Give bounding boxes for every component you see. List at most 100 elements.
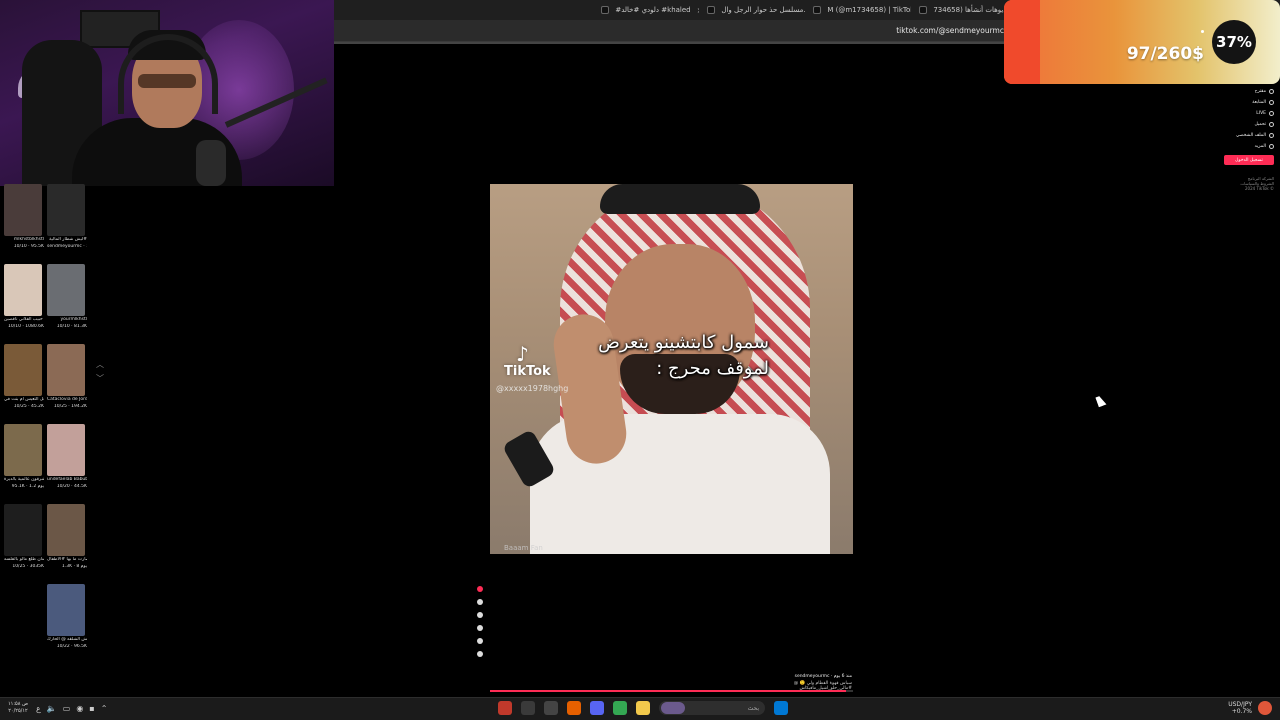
browser-tab[interactable]: مسلسل حذ حوار الرجل وال...× <box>699 0 805 20</box>
comment-icon[interactable] <box>477 612 483 618</box>
browser-tab[interactable]: M (@m1734658) | TikTok× <box>805 0 911 20</box>
video-thumbnail[interactable]: Cataclovia de Jordan Asaoulissima 10/25 ·… <box>47 344 87 410</box>
thumbnail-caption: mlkhstblkhstl <box>13 237 44 242</box>
chevron-up-icon[interactable]: ⌃ <box>101 704 108 713</box>
more-icon <box>1269 144 1274 149</box>
thumbnail-meta: 10/10 · 81.3K <box>56 324 87 329</box>
thumbnail-image[interactable] <box>47 504 85 556</box>
video-thumbnail[interactable]: بعيد ليش الشلقه @ الحارك @ snplife 10/22 … <box>47 584 87 650</box>
video-thumbnail[interactable]: yourmlkhstl 10/10 · 81.3K <box>47 264 87 330</box>
browser-tab[interactable]: #دلودي #خالد #khaled× <box>593 0 699 20</box>
grid-scroll-controls[interactable]: ︿ ﹀ <box>96 358 104 386</box>
video-thumbnail[interactable]: بس يا حبيب الفلاني ناقصين 10/10 · 1080.6K <box>4 264 44 330</box>
video-bottom-label: Baaam Fan <box>504 544 543 552</box>
thumbnail-image[interactable] <box>47 424 85 476</box>
video-info: sendmeyourmc · منذ 6 يوم سباس قهوة الفطا… <box>756 674 852 691</box>
agal-band <box>600 184 760 214</box>
ticker-label: USD/JPY <box>1228 701 1252 708</box>
thumbnail-image[interactable] <box>47 584 85 636</box>
webcam-feed <box>0 0 334 186</box>
thumbnail-image[interactable] <box>4 344 42 396</box>
video-progress-track[interactable] <box>490 690 853 692</box>
chevron-down-icon[interactable]: ﹀ <box>96 372 104 386</box>
desktop: Instagram×Instagram×#دلودي 💖💖 love#×فيدي… <box>0 0 1280 720</box>
thumbnail-meta: 10/25 · 3035K <box>12 564 44 569</box>
sidebar-item[interactable]: المزيد <box>1214 141 1274 152</box>
tray-app-icon-2[interactable]: ▪ <box>89 704 94 713</box>
market-widget[interactable]: USD/JPY +0.7% <box>1228 701 1272 715</box>
thumbnail-image[interactable] <box>4 264 42 316</box>
tiktok-icon <box>813 6 822 14</box>
thumbnail-image[interactable] <box>4 584 42 636</box>
app-icon-discord[interactable] <box>590 701 604 715</box>
thumbnail-caption: مستشرقون عالمية بالديرة <box>4 477 44 482</box>
goal-dot <box>1201 30 1204 33</box>
share-icon[interactable] <box>477 638 483 644</box>
thumbnail-image[interactable] <box>47 264 85 316</box>
goal-amount: 97/260$ <box>1126 44 1204 64</box>
search-highlight-image <box>661 702 685 714</box>
video-thumbnail[interactable]: مستشرقون عالمية بالديرة 95.1K · 1.2 يوم <box>4 424 44 490</box>
sidebar-item[interactable]: مقترح <box>1214 86 1274 97</box>
thumbnail-meta: 10/20 · 44.5K <box>56 484 87 489</box>
tray-app-icon[interactable]: ◉ <box>76 704 83 713</box>
video-thumbnail[interactable]: ام الرجل التعيس ام بنت في 10/25 · 45.2K <box>4 344 44 410</box>
users-icon <box>1269 100 1274 105</box>
tiktok-icon <box>707 6 716 14</box>
thumbnail-image[interactable] <box>4 424 42 476</box>
thumbnail-caption: بعيد ليش الشلقه @ الحارك @ snplife <box>47 637 87 642</box>
video-thumbnail-grid: mlkhstblkhstl 10/10 · 95.5K ليش شطار المال… <box>4 184 94 649</box>
video-player[interactable]: ♪ TikTok @xxxxx1978hghg سمول كابتشينو يت… <box>490 184 853 554</box>
tab-label: #دلودي #خالد #khaled <box>615 6 691 14</box>
taskbar-clock[interactable]: ۱۱:۵۸ ص ۲۰/۲۵/۱۲ <box>6 701 30 715</box>
sidebar-item[interactable]: الملف الشخصي <box>1214 130 1274 141</box>
video-thumbnail[interactable]: mlkhstblkhstl 10/10 · 95.5K <box>4 184 44 250</box>
thumbnail-image[interactable] <box>47 344 85 396</box>
donation-goal-widget: 97/260$ 37% <box>1004 0 1280 84</box>
thumbnail-image[interactable] <box>4 184 42 236</box>
app-icon-file-explorer[interactable] <box>636 701 650 715</box>
video-thumbnail[interactable] <box>4 584 44 638</box>
music-disc-icon[interactable] <box>477 651 483 657</box>
language-indicator[interactable]: ع <box>36 704 41 713</box>
app-icon-chrome[interactable] <box>613 701 627 715</box>
thumbnail-image[interactable] <box>47 184 85 236</box>
weather-icon <box>1258 701 1272 715</box>
network-icon[interactable]: ▭ <box>63 704 71 713</box>
tiktok-watermark: ♪ TikTok <box>504 344 551 379</box>
video-thumbnail[interactable]: undefaelab Babub #bagher 10/20 · 44.5K <box>47 424 87 490</box>
video-thumbnail[interactable]: الافلام صارت ما بها #الاطفال 1.3K · 8 يوم <box>47 504 87 570</box>
chevron-up-icon[interactable]: ︿ <box>96 358 104 372</box>
video-thumbnail[interactable]: لقيت هذا الانسان طلع مالو بالفلسه 10/25 ·… <box>4 504 44 570</box>
url-text[interactable]: tiktok.com/@sendmeyourmc <box>896 26 1004 35</box>
upload-icon <box>1269 122 1274 127</box>
thumbnail-caption: yourmlkhstl <box>60 317 88 322</box>
video-action-bar <box>474 586 486 664</box>
thumbnail-meta: sendmeyourmc · 10/10 · 3.2K <box>47 244 87 249</box>
app-icon-record[interactable] <box>498 701 512 715</box>
windows-start-icon[interactable] <box>774 701 788 715</box>
volume-icon[interactable]: 🔈 <box>47 704 57 713</box>
app-icon-firefox[interactable] <box>567 701 581 715</box>
mouse-cursor-icon <box>1095 394 1107 408</box>
taskbar-search[interactable]: بحث <box>659 701 765 715</box>
avatar-icon[interactable] <box>477 586 483 592</box>
sidebar-item[interactable]: LIVE <box>1214 108 1274 119</box>
like-icon[interactable] <box>477 599 483 605</box>
tiktok-icon <box>601 6 610 14</box>
clock-time: ۱۱:۵۸ ص <box>7 701 29 707</box>
browser-tab[interactable]: فيديوهات أنشأها (734658@× <box>911 0 1017 20</box>
thumbnail-image[interactable] <box>4 504 42 556</box>
app-icon-capcut[interactable] <box>521 701 535 715</box>
app-icon-taskview[interactable] <box>544 701 558 715</box>
video-thumbnail[interactable]: ليش شطار المالية# sendmeyourmc · 10/10 · … <box>47 184 87 250</box>
sidebar-item[interactable]: تحميل <box>1214 119 1274 130</box>
thumbnail-meta: 1.3K · 8 يوم <box>61 564 87 569</box>
sidebar-item[interactable]: المتابعة <box>1214 97 1274 108</box>
login-button[interactable]: تسجيل الدخول <box>1224 155 1274 165</box>
clock-date: ۲۰/۲۵/۱۲ <box>8 708 28 714</box>
tiktok-icon: ♪ <box>516 342 529 366</box>
video-author[interactable]: sendmeyourmc · منذ 6 يوم <box>756 674 852 679</box>
caption-line-1: سمول كابتشينو يتعرض <box>598 332 769 353</box>
bookmark-icon[interactable] <box>477 625 483 631</box>
